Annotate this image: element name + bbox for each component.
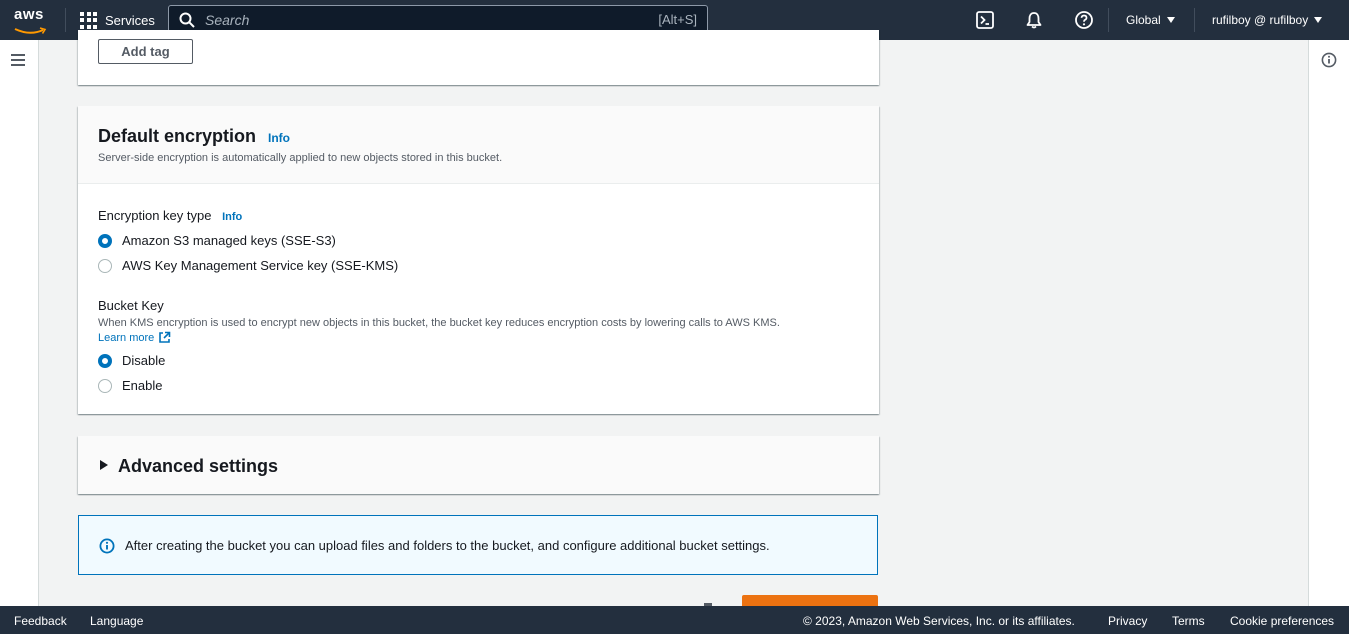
bucket-key-label: Bucket Key (98, 298, 164, 313)
bell-icon[interactable] (1024, 10, 1044, 30)
radio-sse-kms-label: AWS Key Management Service key (SSE-KMS) (122, 258, 399, 273)
privacy-link[interactable]: Privacy (1108, 614, 1147, 628)
tags-container: Add tag (78, 30, 879, 85)
info-alert-text: After creating the bucket you can upload… (125, 538, 770, 553)
nav-divider (1194, 8, 1195, 32)
cookie-preferences-link[interactable]: Cookie preferences (1230, 614, 1334, 628)
account-menu[interactable]: rufilboy @ rufilboy (1212, 0, 1323, 40)
info-panel-icon[interactable] (1321, 52, 1337, 68)
info-icon (99, 538, 115, 554)
radio-sse-kms[interactable]: AWS Key Management Service key (SSE-KMS) (98, 258, 398, 273)
default-encryption-container: Default encryption Info Server-side encr… (78, 106, 879, 414)
radio-unchecked-icon (98, 258, 112, 273)
aws-logo[interactable]: aws (14, 6, 50, 34)
search-shortcut-hint: [Alt+S] (658, 12, 697, 27)
default-encryption-header: Default encryption Info Server-side encr… (78, 106, 879, 184)
search-icon (179, 12, 195, 28)
radio-bucket-key-disable-label: Disable (122, 353, 166, 368)
account-label: rufilboy @ rufilboy (1212, 13, 1309, 27)
bucket-key-description: When KMS encryption is used to encrypt n… (98, 317, 780, 329)
nav-divider (65, 8, 66, 32)
advanced-settings-title: Advanced settings (118, 456, 279, 476)
footer: Feedback Language © 2023, Amazon Web Ser… (0, 606, 1349, 634)
services-grid-icon (80, 11, 97, 29)
aws-logo-text: aws (14, 6, 44, 23)
caret-right-icon (100, 460, 108, 470)
learn-more-label: Learn more (98, 331, 155, 344)
encryption-key-type-info-link[interactable]: Info (222, 211, 242, 223)
caret-down-icon (1314, 17, 1323, 23)
radio-sse-s3[interactable]: Amazon S3 managed keys (SSE-S3) (98, 233, 336, 248)
aws-smile-icon (14, 27, 47, 34)
advanced-settings-expander[interactable]: Advanced settings (78, 436, 879, 494)
default-encryption-info-link[interactable]: Info (268, 131, 290, 145)
default-encryption-title: Default encryption (98, 126, 257, 146)
left-side-rail (0, 40, 39, 606)
radio-checked-icon (98, 233, 112, 248)
region-label: Global (1126, 13, 1161, 27)
add-tag-button[interactable]: Add tag (98, 39, 193, 64)
cloudshell-icon[interactable] (975, 10, 995, 30)
radio-bucket-key-enable-label: Enable (122, 378, 163, 393)
language-link[interactable]: Language (90, 614, 143, 628)
encryption-key-type-text: Encryption key type (98, 208, 212, 223)
search-input[interactable] (205, 11, 625, 28)
radio-bucket-key-disable[interactable]: Disable (98, 353, 165, 368)
hamburger-menu-icon[interactable] (11, 54, 25, 66)
copyright-text: © 2023, Amazon Web Services, Inc. or its… (803, 614, 1075, 628)
feedback-link[interactable]: Feedback (14, 614, 67, 628)
radio-unchecked-icon (98, 378, 112, 393)
radio-sse-s3-label: Amazon S3 managed keys (SSE-S3) (122, 233, 336, 248)
info-alert: After creating the bucket you can upload… (78, 515, 878, 575)
right-side-rail (1308, 40, 1349, 606)
caret-down-icon (1166, 17, 1175, 23)
default-encryption-description: Server-side encryption is automatically … (98, 152, 503, 164)
region-selector[interactable]: Global (1126, 0, 1175, 40)
nav-divider (1108, 8, 1109, 32)
help-icon[interactable] (1074, 10, 1094, 30)
radio-checked-icon (98, 353, 112, 368)
services-label: Services (105, 12, 155, 28)
radio-bucket-key-enable[interactable]: Enable (98, 378, 162, 393)
terms-link[interactable]: Terms (1172, 614, 1205, 628)
external-link-icon (159, 331, 171, 343)
learn-more-link[interactable]: Learn more (98, 331, 171, 344)
encryption-key-type-label: Encryption key type Info (98, 208, 242, 223)
